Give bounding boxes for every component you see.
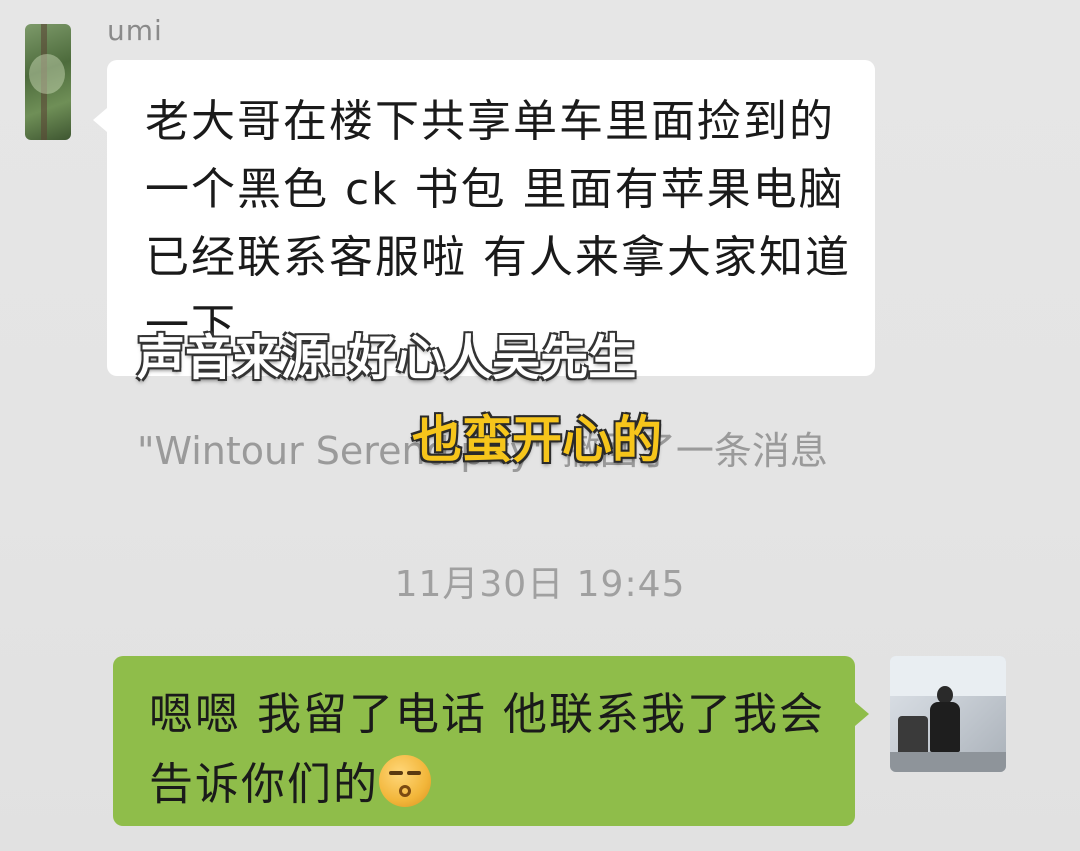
outgoing-message-bubble[interactable]: 嗯嗯 我留了电话 他联系我了我会告诉你们的: [113, 656, 869, 826]
video-caption-source: 声音来源:好心人吴先生: [137, 330, 637, 386]
emoji-eye-left: [389, 771, 403, 775]
avatar-floor: [890, 752, 1006, 772]
avatar-foliage-light: [29, 54, 65, 94]
message-timestamp: 11月30日 19:45: [394, 564, 686, 605]
sender-name: umi: [107, 14, 163, 47]
smirk-emoji-icon: [379, 755, 431, 807]
outgoing-message-body: 嗯嗯 我留了电话 他联系我了我会告诉你们的: [149, 689, 825, 810]
emoji-eye-right: [407, 771, 421, 775]
sender-avatar[interactable]: [25, 24, 71, 140]
avatar-chair: [898, 716, 928, 756]
outgoing-message-text: 嗯嗯 我留了电话 他联系我了我会告诉你们的: [149, 680, 829, 820]
emoji-mouth: [399, 785, 411, 797]
self-avatar[interactable]: [890, 656, 1006, 772]
video-caption-subtitle: 也蛮开心的: [412, 411, 662, 469]
avatar-person-body: [930, 702, 960, 752]
